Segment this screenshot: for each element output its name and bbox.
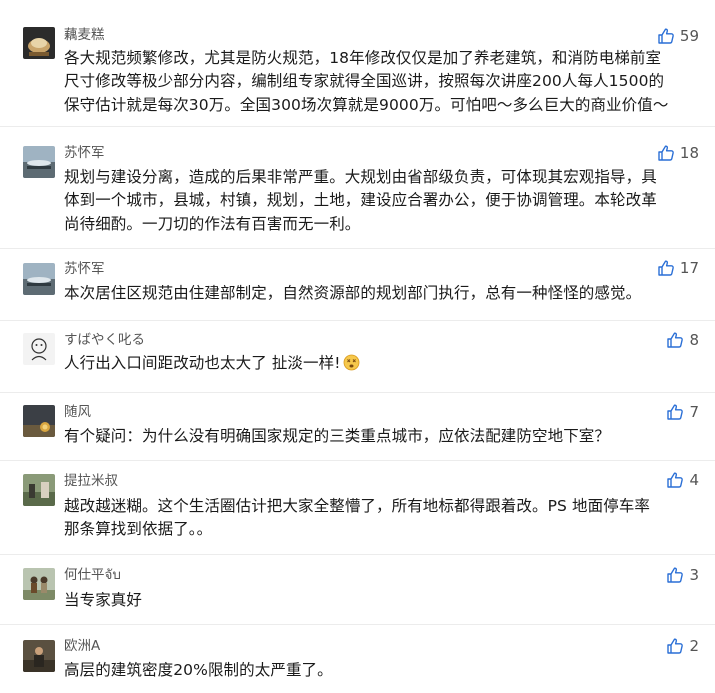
username[interactable]: 藕麦糕: [64, 26, 105, 44]
avatar[interactable]: [23, 568, 55, 600]
avatar[interactable]: [23, 640, 55, 672]
like-button[interactable]: 3: [666, 566, 699, 584]
comment-text: 人行出入口间距改动也太大了 扯淡一样!: [64, 352, 696, 375]
comment-text-line: 有个疑问：为什么没有明确国家规定的三类重点城市，应依法配建防空地下室？: [64, 427, 611, 445]
like-button[interactable]: 59: [657, 27, 699, 45]
like-button[interactable]: 7: [666, 403, 699, 421]
avatar[interactable]: [23, 333, 55, 365]
comment-text-line: 规划与建设分离，造成的后果非常严重。大规划由省部级负责，可体现其宏观指导，具: [64, 168, 657, 186]
comment: 苏怀军 本次居住区规范由住建部制定，自然资源部的规划部门执行，总有一种怪怪的感觉…: [0, 248, 715, 320]
username[interactable]: 何仕平จับ: [64, 566, 121, 584]
like-count: 17: [679, 259, 699, 277]
comment-text-line: 各大规范频繁修改，尤其是防火规范，18年修改仅仅是加了养老建筑，和消防电梯前室: [64, 49, 662, 67]
like-count: 3: [689, 566, 699, 584]
like-button[interactable]: 2: [666, 637, 699, 655]
comment-text-line: 尚待细酌。一刀切的作法有百害而无一利。: [64, 214, 361, 233]
comment-text: 当专家真好: [64, 589, 696, 612]
comment-text-line: 高层的建筑密度20%限制的太严重了。: [64, 661, 333, 679]
like-count: 59: [679, 27, 699, 45]
comment-text-line: 那条算找到依据了。。: [64, 520, 213, 539]
comment: 随风 有个疑问：为什么没有明确国家规定的三类重点城市，应依法配建防空地下室？ 7: [0, 392, 715, 460]
comment-text-line: 本次居住区规范由住建部制定，自然资源部的规划部门执行，总有一种怪怪的感觉。: [64, 284, 642, 302]
comment-text-line: 当专家真好: [64, 591, 143, 609]
username[interactable]: 欧洲A: [64, 637, 100, 655]
comment-text-line: 尺寸修改等极少部分内容，编制组专家就得全国巡讲，按照每次讲座200人每人1500…: [64, 72, 665, 91]
comment-text: 规划与建设分离，造成的后果非常严重。大规划由省部级负责，可体现其宏观指导，具 体…: [64, 166, 696, 236]
thumbs-up-icon: [658, 260, 674, 276]
thumbs-up-icon: [667, 404, 684, 420]
comment-text-line: 人行出入口间距改动也太大了 扯淡一样!: [64, 352, 696, 375]
comment: 藕麦糕 各大规范频繁修改，尤其是防火规范，18年修改仅仅是加了养老建筑，和消防电…: [0, 0, 715, 126]
thumbs-up-icon: [658, 145, 674, 161]
username[interactable]: すばやく叱る: [64, 331, 145, 349]
like-button[interactable]: 17: [657, 259, 699, 277]
avatar[interactable]: [23, 263, 55, 295]
like-count: 2: [689, 637, 699, 655]
username[interactable]: 随风: [64, 403, 91, 421]
comment-text-line: 保守估计就是每次30万。全国300场次算就是9000万。可怕吧～多么巨大的商业价…: [64, 95, 669, 114]
comment: 苏怀军 规划与建设分离，造成的后果非常严重。大规划由省部级负责，可体现其宏观指导…: [0, 126, 715, 248]
comment-list: 藕麦糕 各大规范频繁修改，尤其是防火规范，18年修改仅仅是加了养老建筑，和消防电…: [0, 0, 715, 693]
avatar[interactable]: [23, 27, 55, 59]
thumbs-up-icon: [667, 472, 684, 488]
comment-text: 高层的建筑密度20%限制的太严重了。: [64, 659, 696, 682]
like-count: 7: [689, 403, 699, 421]
comment: 提拉米叔 越改越迷糊。这个生活圈估计把大家全整懵了，所有地标都得跟着改。PS 地…: [0, 460, 715, 554]
avatar[interactable]: [23, 146, 55, 178]
comment: すばやく叱る 人行出入口间距改动也太大了 扯淡一样! 8: [0, 320, 715, 392]
username[interactable]: 苏怀军: [64, 260, 105, 278]
comment: 何仕平จับ 当专家真好 3: [0, 554, 715, 624]
like-count: 8: [689, 331, 699, 349]
like-button[interactable]: 18: [657, 144, 699, 162]
thumbs-up-icon: [658, 28, 674, 44]
username[interactable]: 提拉米叔: [64, 472, 118, 490]
avatar[interactable]: [23, 405, 55, 437]
comment-text: 有个疑问：为什么没有明确国家规定的三类重点城市，应依法配建防空地下室？: [64, 425, 696, 448]
comment-text: 本次居住区规范由住建部制定，自然资源部的规划部门执行，总有一种怪怪的感觉。: [64, 282, 696, 305]
like-count: 18: [679, 144, 699, 162]
comment-text: 各大规范频繁修改，尤其是防火规范，18年修改仅仅是加了养老建筑，和消防电梯前室 …: [64, 47, 696, 117]
thumbs-up-icon: [667, 332, 684, 348]
avatar[interactable]: [23, 474, 55, 506]
comment: 欧洲A 高层的建筑密度20%限制的太严重了。 2: [0, 624, 715, 693]
comment-text-content: 人行出入口间距改动也太大了 扯淡一样!: [64, 354, 341, 372]
like-button[interactable]: 4: [666, 471, 699, 489]
thumbs-up-icon: [667, 567, 684, 583]
comment-text-line: 体到一个城市，县城，村镇，规划，土地，建设应合署办公，便于协调管理。本轮改革: [64, 191, 657, 210]
dizzy-face-emoji: [343, 354, 359, 371]
like-button[interactable]: 8: [666, 331, 699, 349]
comment-text-line: 越改越迷糊。这个生活圈估计把大家全整懵了，所有地标都得跟着改。PS 地面停车率: [64, 497, 651, 515]
username[interactable]: 苏怀军: [64, 144, 105, 162]
comment-text: 越改越迷糊。这个生活圈估计把大家全整懵了，所有地标都得跟着改。PS 地面停车率 …: [64, 495, 696, 542]
like-count: 4: [689, 471, 699, 489]
thumbs-up-icon: [667, 638, 684, 654]
